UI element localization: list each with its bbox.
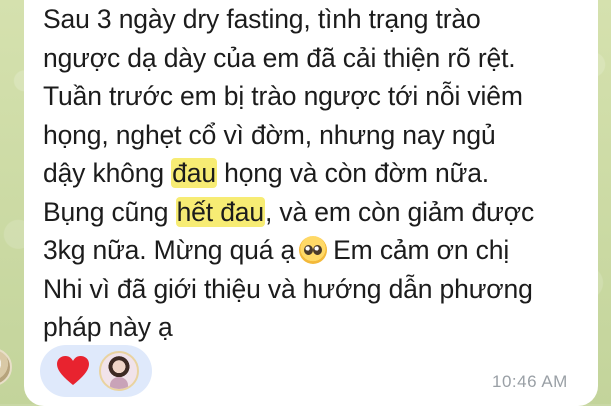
message-line-2: ngược dạ dày của em đã cải thiện rõ rệt. — [43, 42, 516, 73]
highlighted-phrase: hết đau — [175, 196, 265, 227]
text-segment: 3kg nữa. Mừng quá ạ — [43, 235, 296, 265]
text-segment: Bụng cũng — [43, 196, 176, 227]
text-segment: , và em còn giảm được — [264, 196, 535, 227]
text-segment: dậy không — [43, 158, 172, 188]
pleading-face-icon — [299, 236, 328, 264]
heart-icon[interactable] — [56, 355, 90, 387]
message-line-3: Tuần trước em bị trào ngược tới nỗi viêm — [43, 81, 523, 111]
reactor-avatar[interactable] — [99, 351, 139, 391]
message-text: Sau 3 ngày dry fasting, tình trạng trào … — [43, 0, 593, 347]
highlighted-word: đau — [171, 158, 217, 188]
text-segment: Em cảm ơn chị — [333, 235, 510, 265]
message-line-1: Sau 3 ngày dry fasting, tình trạng trào — [43, 4, 481, 34]
message-line-5: dậy không đau họng và còn đờm nữa. — [43, 154, 593, 193]
message-line-7: 3kg nữa. Mừng quá ạ Em cảm ơn chị — [43, 231, 593, 270]
message-line-9: pháp này ạ — [43, 312, 173, 342]
message-line-8: Nhi vì đã giới thiệu và hướng dẫn phương — [43, 273, 533, 304]
text-segment: họng và còn đờm nữa. — [216, 158, 490, 188]
message-timestamp: 10:46 AM — [492, 372, 568, 391]
message-line-4: họng, nghẹt cổ vì đờm, nhưng nay ngủ — [43, 119, 496, 150]
message-line-6: Bụng cũng hết đau, và em còn giảm được — [43, 193, 593, 232]
